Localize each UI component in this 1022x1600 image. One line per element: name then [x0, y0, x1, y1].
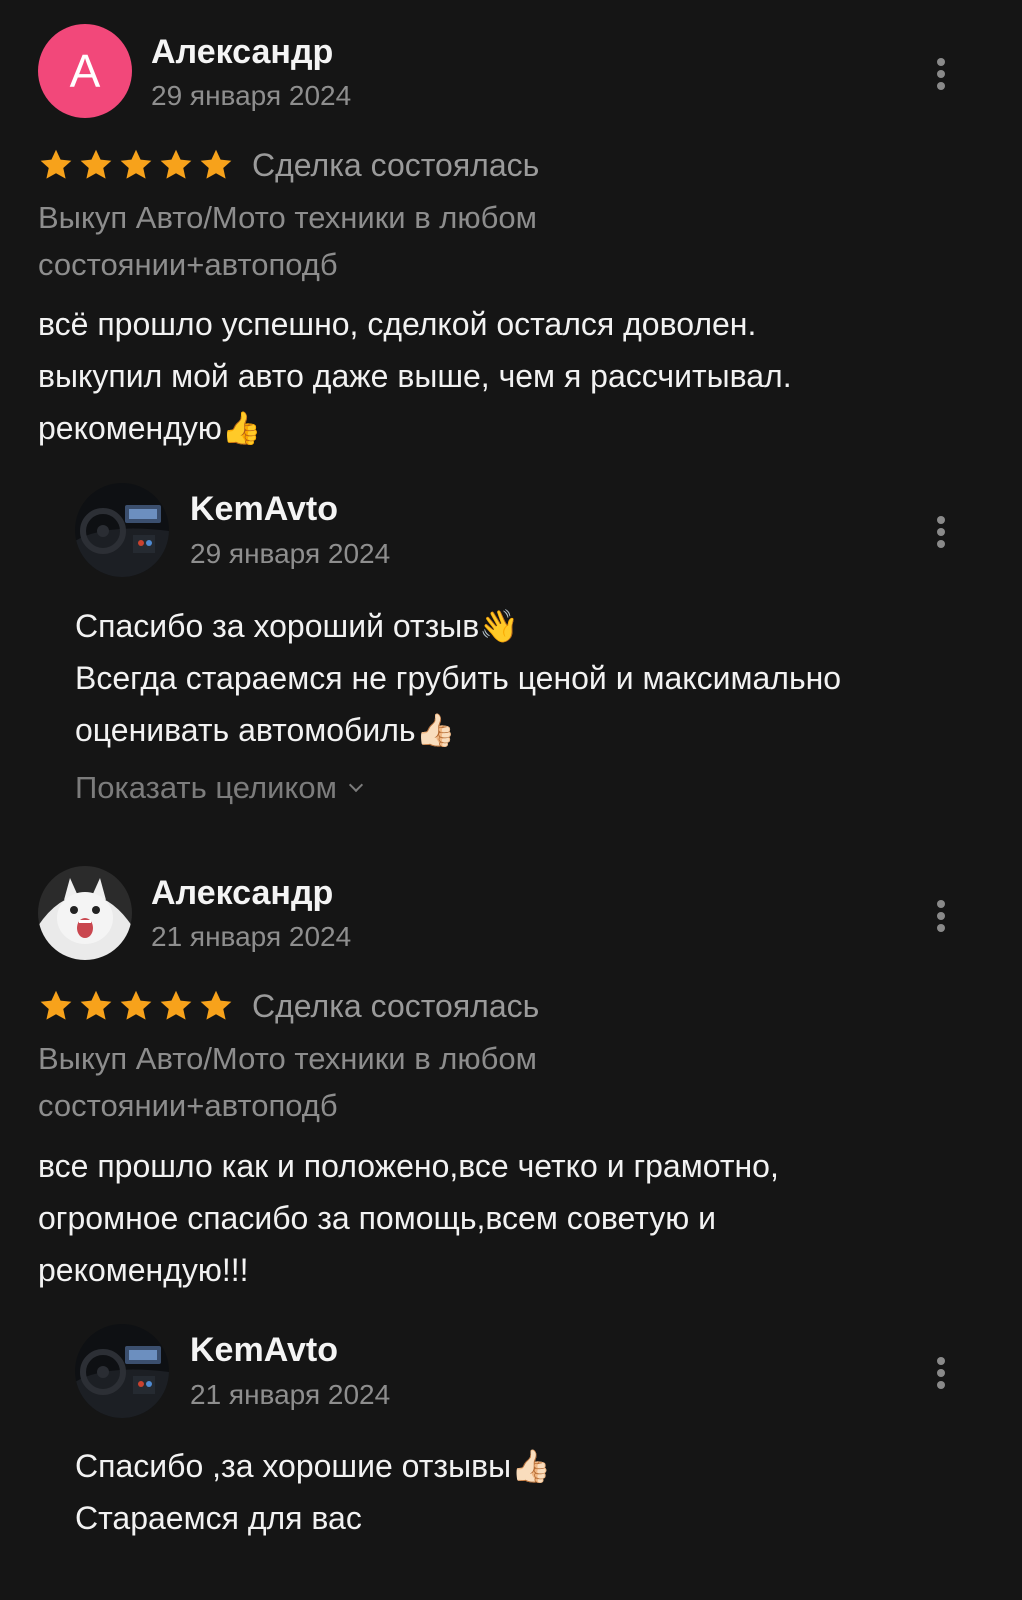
- service-title-line: Выкуп Авто/Мото техники в любом: [38, 200, 537, 235]
- star-icon: [198, 147, 234, 183]
- reply-text-line: Всегда стараемся не грубить ценой и макс…: [75, 660, 842, 696]
- service-title[interactable]: Выкуп Авто/Мото техники в любом состояни…: [38, 194, 738, 288]
- cat-photo-avatar-icon: [38, 866, 132, 960]
- show-full-label: Показать целиком: [75, 770, 337, 805]
- more-options-icon[interactable]: [926, 1351, 956, 1395]
- reply-text: Спасибо ,за хорошие отзывы👍🏻 Стараемся д…: [75, 1440, 995, 1544]
- seller-avatar[interactable]: [75, 1324, 169, 1418]
- star-icon: [38, 988, 74, 1024]
- seller-avatar[interactable]: [75, 483, 169, 577]
- review-text-line: рекомендую👍: [38, 402, 988, 454]
- star-icon: [158, 988, 194, 1024]
- show-full-button[interactable]: Показать целиком: [75, 770, 363, 806]
- star-icon: [158, 147, 194, 183]
- reply-text: Спасибо за хороший отзыв👋 Всегда стараем…: [75, 600, 995, 756]
- review-card: Александр 21 января 2024 Сделка состояла…: [0, 858, 1022, 1600]
- reply-author-name[interactable]: KemAvto: [190, 490, 338, 529]
- thumbs-up-icon: 👍🏻: [511, 1447, 551, 1485]
- star-icon: [118, 988, 154, 1024]
- review-date: 21 января 2024: [151, 921, 352, 952]
- review-text: все прошло как и положено,все четко и гр…: [38, 1140, 988, 1296]
- reply-text-fragment: Спасибо ,за хорошие отзывы: [75, 1448, 512, 1484]
- star-rating: [38, 988, 234, 1024]
- rating-row: Сделка состоялась: [38, 145, 539, 185]
- star-icon: [78, 988, 114, 1024]
- review-text-line: все прошло как и положено,все четко и гр…: [38, 1148, 779, 1184]
- review-text-line: выкупил мой авто даже выше, чем я рассчи…: [38, 358, 792, 394]
- thumbs-up-icon: 👍: [221, 409, 262, 447]
- star-icon: [38, 147, 74, 183]
- review-text: всё прошло успешно, сделкой остался дово…: [38, 298, 988, 454]
- star-icon: [198, 988, 234, 1024]
- star-icon: [78, 147, 114, 183]
- author-name[interactable]: Александр: [151, 33, 333, 72]
- service-title-line: состоянии+автоподб: [38, 1088, 338, 1123]
- reply-date: 29 января 2024: [190, 538, 391, 569]
- author-name[interactable]: Александр: [151, 874, 333, 913]
- more-options-icon[interactable]: [926, 52, 956, 96]
- reply-text-fragment: Спасибо за хороший отзыв: [75, 608, 480, 644]
- review-text-line: огромное спасибо за помощь,всем советую …: [38, 1200, 717, 1236]
- reply-text-line: оценивать автомобиль👍🏻: [75, 704, 995, 756]
- more-options-icon[interactable]: [926, 894, 956, 938]
- review-date: 29 января 2024: [151, 80, 352, 111]
- reply-text-line: Спасибо за хороший отзыв👋: [75, 600, 995, 652]
- reply-author-name[interactable]: KemAvto: [190, 1331, 338, 1370]
- star-icon: [118, 147, 154, 183]
- thumbs-up-icon: 👍🏻: [415, 711, 456, 749]
- avatar[interactable]: [38, 866, 132, 960]
- review-text-fragment: рекомендую: [38, 410, 222, 446]
- car-interior-avatar-icon: [75, 483, 169, 577]
- review-card: А Александр 29 января 2024 Сделка состоя…: [0, 0, 1022, 830]
- review-text-line: рекомендую!!!: [38, 1252, 249, 1288]
- waving-hand-icon: 👋: [479, 607, 520, 645]
- reply-text-line: Спасибо ,за хорошие отзывы👍🏻: [75, 1440, 995, 1492]
- star-rating: [38, 147, 234, 183]
- car-interior-avatar-icon: [75, 1324, 169, 1418]
- reply-date: 21 января 2024: [190, 1379, 391, 1410]
- deal-status: Сделка состоялась: [252, 146, 540, 183]
- deal-status: Сделка состоялась: [252, 987, 540, 1024]
- avatar-letter: А: [69, 45, 101, 97]
- service-title[interactable]: Выкуп Авто/Мото техники в любом состояни…: [38, 1035, 738, 1129]
- reply-text-line: Стараемся для вас: [75, 1500, 362, 1536]
- rating-row: Сделка состоялась: [38, 986, 539, 1026]
- reply-text-fragment: оценивать автомобиль: [75, 712, 416, 748]
- service-title-line: Выкуп Авто/Мото техники в любом: [38, 1041, 537, 1076]
- more-options-icon[interactable]: [926, 510, 956, 554]
- chevron-down-icon: [348, 777, 363, 793]
- service-title-line: состоянии+автоподб: [38, 247, 338, 282]
- avatar[interactable]: А: [38, 24, 132, 118]
- review-text-line: всё прошло успешно, сделкой остался дово…: [38, 306, 757, 342]
